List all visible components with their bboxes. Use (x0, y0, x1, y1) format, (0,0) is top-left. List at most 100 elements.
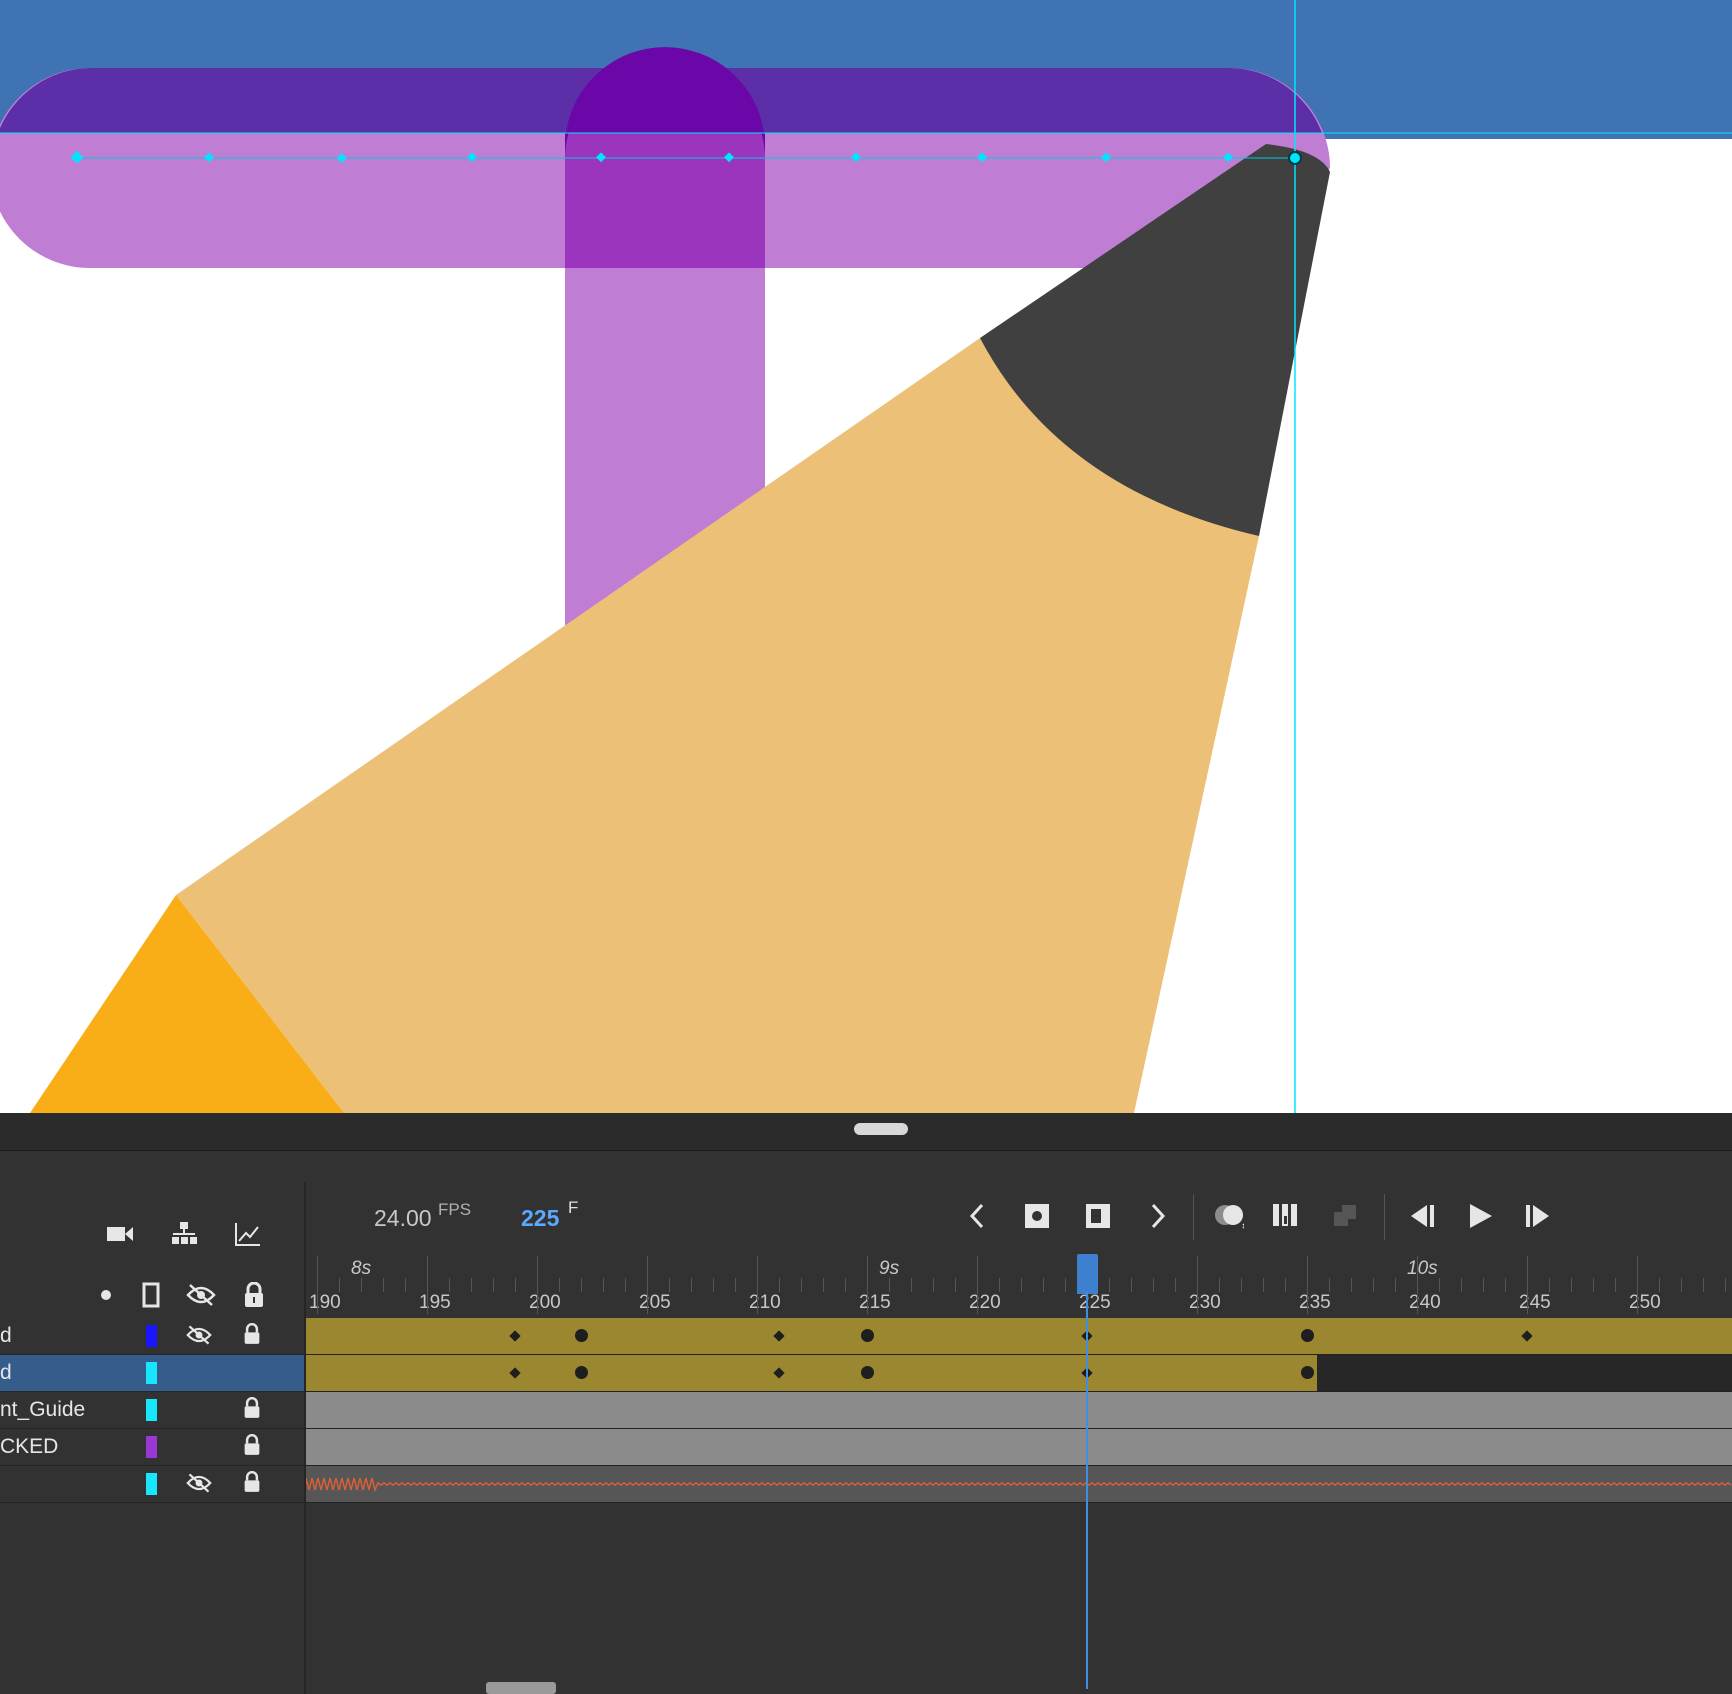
layer-color-swatch[interactable] (146, 1399, 157, 1421)
lock-icon[interactable] (243, 1397, 261, 1423)
layer-color-swatch[interactable] (146, 1325, 157, 1347)
graph-icon[interactable] (232, 1218, 264, 1250)
resize-handle[interactable] (854, 1123, 908, 1135)
ruler-tick (823, 1278, 824, 1292)
keyframe[interactable] (1301, 1329, 1314, 1342)
ruler-tick (999, 1278, 1000, 1292)
ruler-seconds-label: 10s (1407, 1258, 1438, 1279)
step-back-icon[interactable] (1406, 1200, 1438, 1232)
lock-icon[interactable] (238, 1279, 270, 1311)
keyframe[interactable] (575, 1366, 588, 1379)
layer-row-selected[interactable]: d (0, 1355, 304, 1392)
ruler-tick (1131, 1278, 1132, 1292)
panel-resize-bar[interactable] (0, 1113, 1732, 1150)
hide-icon[interactable] (185, 1279, 217, 1311)
tween-keyframe[interactable] (773, 1367, 785, 1379)
layer-name[interactable]: nt_Guide (0, 1398, 85, 1422)
layer-row[interactable] (0, 1466, 304, 1503)
previous-keyframe-icon[interactable] (961, 1200, 993, 1232)
ruler-tick (1549, 1278, 1550, 1292)
keyframe[interactable] (1301, 1366, 1314, 1379)
layer-color-swatch[interactable] (146, 1473, 157, 1495)
next-keyframe-icon[interactable] (1142, 1200, 1174, 1232)
ruler-tick (339, 1278, 340, 1292)
dot-icon[interactable] (90, 1279, 122, 1311)
step-forward-icon[interactable] (1522, 1200, 1554, 1232)
layer-row[interactable]: d (0, 1318, 304, 1355)
frame-label: F (568, 1198, 579, 1217)
ruler-tick (1483, 1278, 1484, 1292)
layer-name[interactable]: d (0, 1361, 12, 1385)
ruler-frame-number: 225 (1079, 1292, 1111, 1313)
horizontal-scrollbar[interactable] (486, 1682, 556, 1694)
tween-keyframe[interactable] (773, 1330, 785, 1342)
ruler-tick (1153, 1278, 1154, 1292)
ruler-tick (735, 1278, 736, 1292)
ruler-tick (537, 1256, 538, 1314)
current-frame-value[interactable]: 225 (521, 1205, 559, 1232)
keyframe[interactable] (575, 1329, 588, 1342)
layer-color-swatch[interactable] (146, 1436, 157, 1458)
ruler-tick (1219, 1278, 1220, 1292)
ruler-frame-number: 245 (1519, 1292, 1551, 1313)
ruler-tick (1505, 1278, 1506, 1292)
ruler-tick (911, 1278, 912, 1292)
layer-parenting-icon[interactable] (168, 1218, 200, 1250)
empty-frames[interactable] (1317, 1355, 1732, 1391)
frame-track[interactable] (306, 1429, 1732, 1466)
ruler-tick (933, 1278, 934, 1292)
tween-keyframe[interactable] (509, 1367, 521, 1379)
ruler-frame-number: 215 (859, 1292, 891, 1313)
add-blank-keyframe-icon[interactable] (1082, 1200, 1114, 1232)
separator (1193, 1194, 1194, 1240)
keyframe[interactable] (861, 1366, 874, 1379)
keyframe[interactable] (861, 1329, 874, 1342)
frame-ruler[interactable]: 8s 9s 10s 190 195 200 205 210 215 220 225 230 235 240… (306, 1248, 1732, 1314)
tween-keyframe[interactable] (1521, 1330, 1533, 1342)
layer-row[interactable]: CKED (0, 1429, 304, 1466)
camera-icon[interactable] (104, 1218, 136, 1250)
ruler-frame-number: 235 (1299, 1292, 1331, 1313)
fps-value[interactable]: 24.00 (374, 1205, 432, 1232)
layer-color-swatch[interactable] (146, 1362, 157, 1384)
add-keyframe-icon[interactable] (1021, 1200, 1053, 1232)
ruler-tick (405, 1278, 406, 1292)
ruler-tick (427, 1256, 428, 1314)
frame-tracks[interactable] (306, 1318, 1732, 1503)
ruler-tick (1593, 1278, 1594, 1292)
transform-point[interactable] (1288, 151, 1302, 165)
tween-keyframe[interactable] (509, 1330, 521, 1342)
ruler-tick (1681, 1278, 1682, 1292)
layer-column: d d nt_Guide CKED (0, 1182, 306, 1694)
ruler-frame-number: 210 (749, 1292, 781, 1313)
ruler-frame-number: 250 (1629, 1292, 1661, 1313)
lock-icon[interactable] (243, 1434, 261, 1460)
audio-track[interactable] (306, 1466, 1732, 1503)
hide-icon[interactable] (186, 1472, 212, 1498)
edit-multiple-frames-icon[interactable] (1272, 1200, 1304, 1232)
layer-name[interactable]: d (0, 1324, 12, 1348)
ruler-tick (1307, 1256, 1308, 1314)
frame-track[interactable] (306, 1392, 1732, 1429)
timeline-area[interactable]: 24.00 FPS 225 F 8s 9s 10s 190 195 200 20… (306, 1182, 1732, 1694)
lock-icon[interactable] (243, 1323, 261, 1349)
layer-name[interactable]: CKED (0, 1435, 58, 1459)
lock-icon[interactable] (243, 1471, 261, 1497)
ruler-frame-number: 200 (529, 1292, 561, 1313)
separator (1384, 1194, 1385, 1240)
paste-frames-icon[interactable] (1332, 1200, 1364, 1232)
hide-icon[interactable] (186, 1324, 212, 1350)
playhead-handle[interactable] (1077, 1254, 1098, 1294)
ruler-tick (317, 1256, 318, 1314)
stage-canvas[interactable] (0, 0, 1732, 1113)
layer-row[interactable]: nt_Guide (0, 1392, 304, 1429)
ruler-tick (1263, 1278, 1264, 1292)
frame-track[interactable] (306, 1318, 1732, 1355)
ruler-tick (1461, 1278, 1462, 1292)
ruler-tick (713, 1278, 714, 1292)
onion-skin-icon[interactable] (1212, 1200, 1244, 1232)
frame-track[interactable] (306, 1355, 1732, 1392)
ruler-tick (1439, 1278, 1440, 1292)
play-icon[interactable] (1464, 1200, 1496, 1232)
outline-icon[interactable] (135, 1279, 167, 1311)
